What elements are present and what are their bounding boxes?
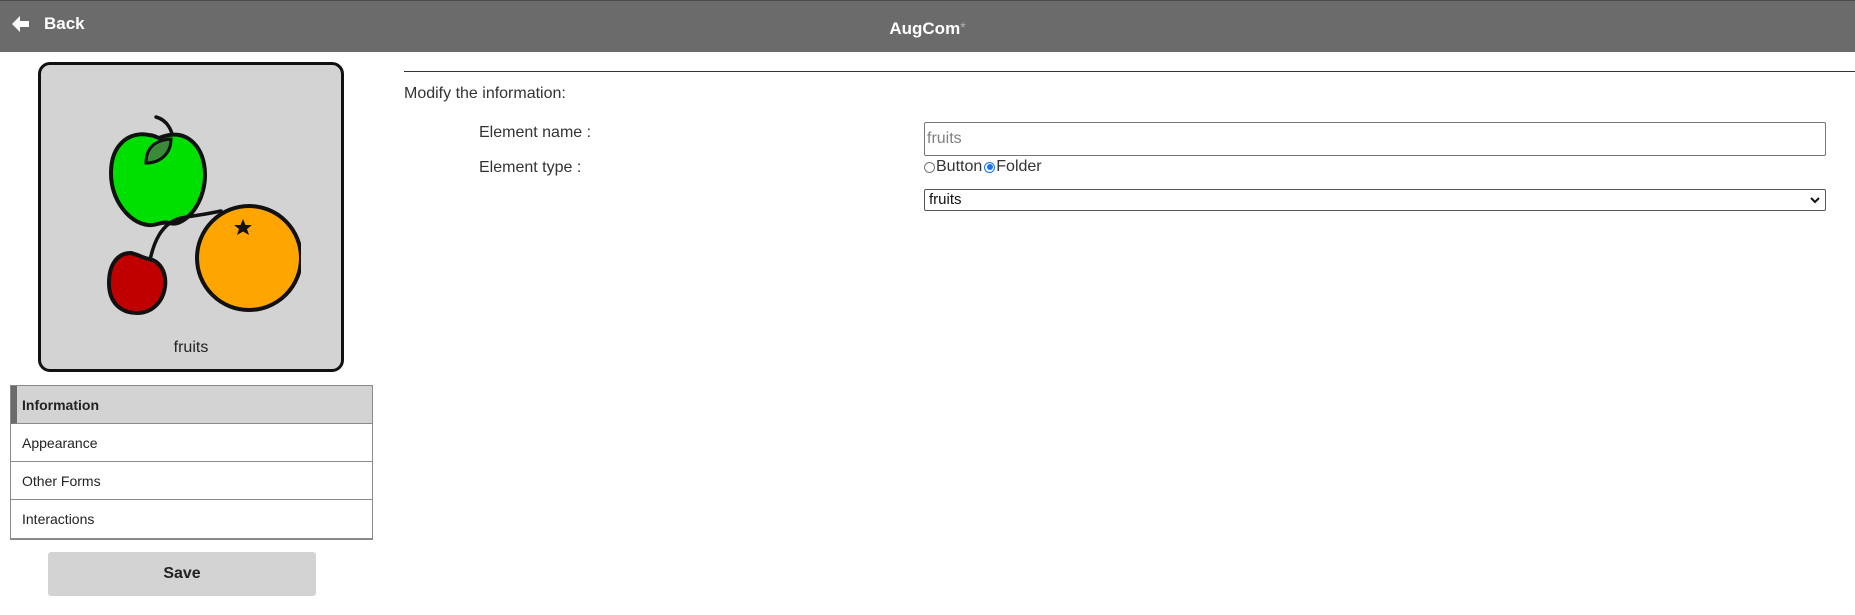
top-bar: Back AugCom* xyxy=(0,0,1855,52)
element-type-radio-group: Button Folder xyxy=(922,158,1042,176)
tab-appearance[interactable]: Appearance xyxy=(11,424,372,462)
save-button[interactable]: Save xyxy=(48,552,316,596)
element-name-label: Element name : xyxy=(479,124,592,141)
element-name-input[interactable] xyxy=(924,122,1826,156)
settings-tabs: Information Appearance Other Forms Inter… xyxy=(10,385,373,540)
chevron-down-icon xyxy=(1810,197,1820,204)
tab-information[interactable]: Information xyxy=(11,386,372,424)
app-title-text: AugCom xyxy=(889,19,961,38)
radio-button-label: Button xyxy=(936,158,983,175)
unsaved-marker: * xyxy=(960,19,966,35)
preview-label: fruits xyxy=(173,339,209,356)
radio-folder-label: Folder xyxy=(996,158,1042,175)
folder-select[interactable]: fruits xyxy=(924,189,1826,211)
app-title: AugCom* xyxy=(0,19,1855,39)
tab-interactions[interactable]: Interactions xyxy=(11,500,372,538)
radio-folder-type[interactable] xyxy=(984,161,996,173)
element-type-label: Element type : xyxy=(479,159,582,176)
form-heading: Modify the information: xyxy=(404,85,566,102)
form-divider xyxy=(404,71,1855,72)
tab-other-forms[interactable]: Other Forms xyxy=(11,462,372,500)
folder-select-value: fruits xyxy=(929,191,962,208)
element-preview-card: fruits xyxy=(38,62,344,372)
fruits-pictogram-icon xyxy=(106,115,301,316)
radio-button-type[interactable] xyxy=(924,161,935,173)
